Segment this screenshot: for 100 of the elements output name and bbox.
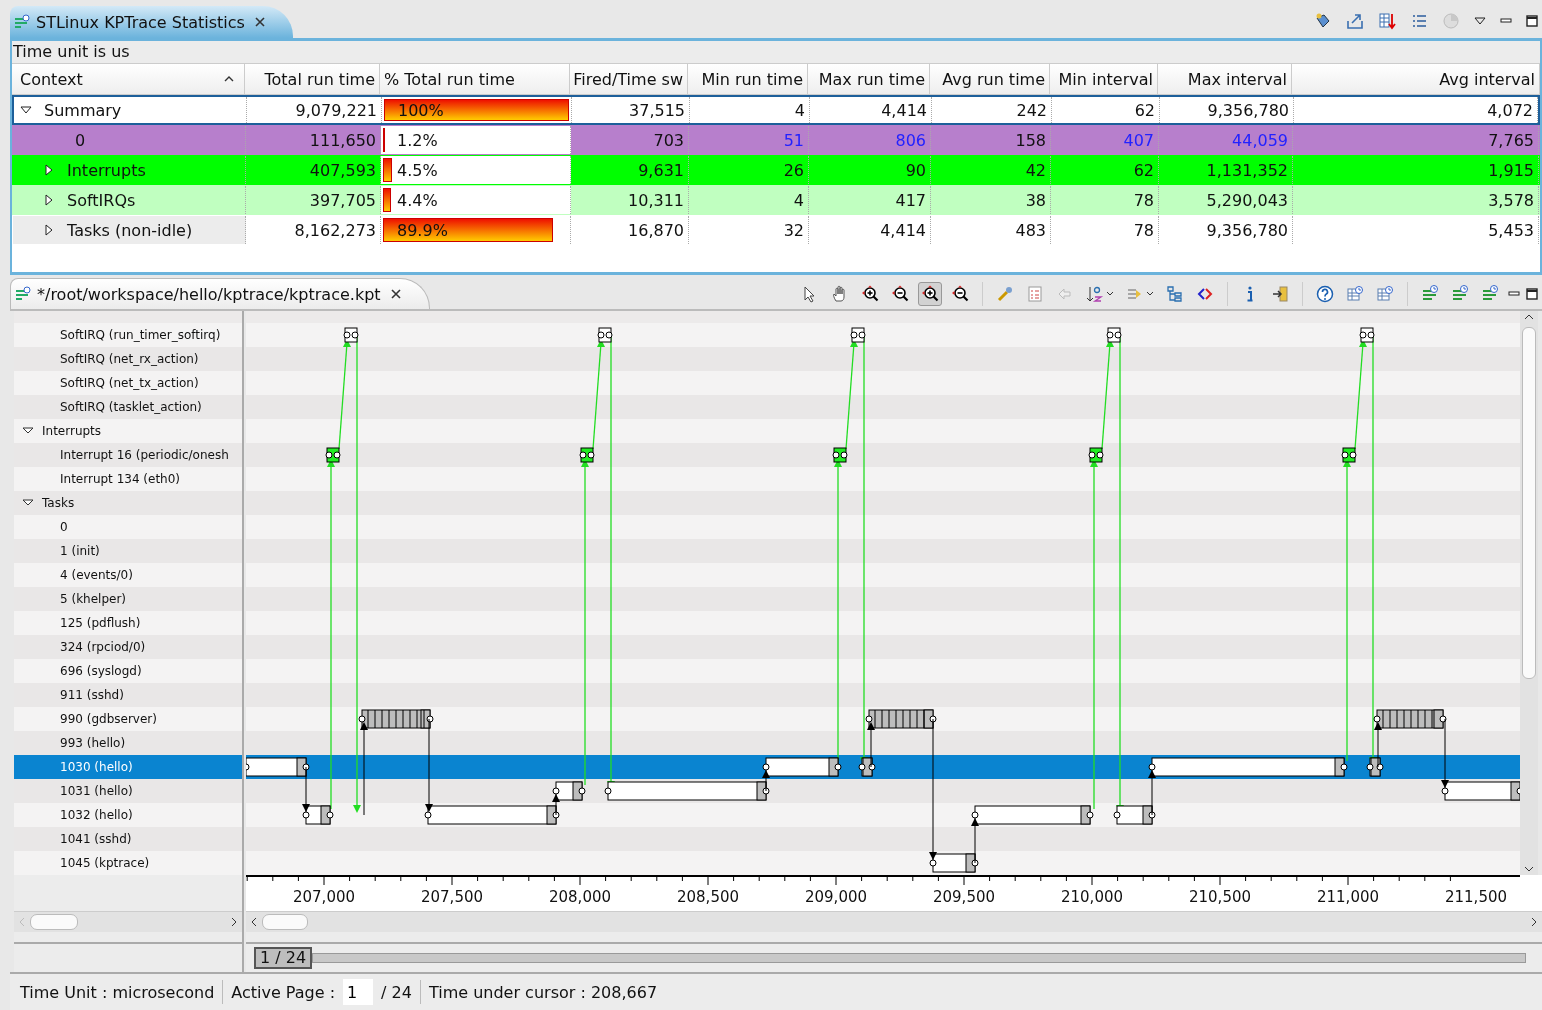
statistics-row[interactable]: Interrupts 407,593 4.5% 9,631 26 90 42 62 1,131,352 1,915 [12, 155, 1540, 185]
table-cell: Interrupts [67, 160, 146, 180]
percentage-text: 4.4% [397, 190, 438, 210]
table-cell: 1,915 [1293, 156, 1539, 184]
tree-item[interactable]: 125 (pdflush) [14, 611, 242, 635]
table-cell: 242 [932, 97, 1052, 123]
close-icon[interactable] [254, 17, 265, 27]
table-cell: 37,515 [572, 97, 690, 123]
tree-item[interactable]: 1030 (hello) [14, 755, 242, 779]
table-cell: 90 [809, 156, 931, 184]
collapsed-triangle-icon[interactable] [43, 164, 55, 176]
percentage-text: 89.9% [397, 220, 448, 240]
table-cell: 78 [1051, 186, 1159, 214]
trace-icon [15, 286, 31, 302]
table-cell: 9,356,780 [1160, 97, 1294, 123]
percentage-text: 1.2% [397, 130, 438, 150]
collapsed-triangle-icon[interactable] [43, 194, 55, 206]
axis-label: 211,500 [1445, 888, 1507, 906]
tree-item[interactable]: Interrupts [14, 419, 242, 443]
table-cell: 3,578 [1293, 186, 1539, 214]
table-cell: 806 [809, 126, 931, 154]
expanded-triangle-icon[interactable] [20, 104, 32, 116]
column-header[interactable]: Total run time [245, 64, 380, 94]
cursor-time-status: Time under cursor : 208,667 [428, 982, 658, 1002]
scroll-right-icon[interactable] [230, 917, 238, 927]
column-header[interactable]: Fired/Time sw [570, 64, 688, 94]
close-icon[interactable] [390, 289, 401, 299]
tree-item[interactable]: 1045 (kptrace) [14, 851, 242, 875]
table-cell: 4,414 [809, 216, 931, 244]
percentage-text: 100% [398, 100, 444, 120]
page-slider-track[interactable] [312, 953, 1526, 963]
column-header[interactable]: Avg run time [930, 64, 1050, 94]
table-cell: 703 [571, 126, 689, 154]
scroll-up-icon[interactable] [1524, 313, 1534, 321]
page-indicator[interactable]: 1 / 24 [254, 947, 313, 969]
column-header[interactable]: Max interval [1158, 64, 1292, 94]
tree-item[interactable]: SoftIRQ (net_tx_action) [14, 371, 242, 395]
column-header[interactable]: % Total run time [380, 64, 570, 94]
caret-icon [1106, 290, 1114, 297]
tree-item[interactable]: SoftIRQ (run_timer_softirq) [14, 323, 242, 347]
list-icon [1026, 284, 1044, 303]
column-header[interactable]: Avg interval [1292, 64, 1540, 94]
tree-item[interactable]: Interrupt 134 (eth0) [14, 467, 242, 491]
active-page-field[interactable]: 1 [343, 979, 374, 1005]
table-cell: 4 [690, 97, 810, 123]
table-cell: 62 [1052, 97, 1160, 123]
scroll-down-icon[interactable] [1524, 865, 1534, 873]
table-cell: 407 [1051, 126, 1159, 154]
page-total: / 24 [381, 982, 412, 1002]
caret-icon [1146, 290, 1154, 297]
tag-icon[interactable] [1314, 12, 1332, 30]
tree-item[interactable]: 696 (syslogd) [14, 659, 242, 683]
maximize-icon[interactable] [1526, 15, 1538, 27]
exit-icon [1271, 284, 1289, 303]
tree-item[interactable]: 0 [14, 515, 242, 539]
statistics-row[interactable]: 0 111,650 1.2% 703 51 806 158 407 44,059 7,765 [12, 125, 1540, 155]
column-header[interactable]: Min interval [1050, 64, 1158, 94]
axis-label: 208,000 [549, 888, 611, 906]
statistics-row[interactable]: Tasks (non-idle) 8,162,273 89.9% 16,870 32 4,414 483 78 9,356,780 5,453 [12, 215, 1540, 245]
table-cell: Summary [44, 100, 122, 120]
help-icon [1316, 284, 1334, 303]
tree-item[interactable]: 4 (events/0) [14, 563, 242, 587]
horizontal-scrollbar[interactable] [14, 911, 242, 932]
horizontal-scrollbar[interactable] [246, 911, 1542, 932]
statistics-tab[interactable]: STLinux KPTrace Statistics [10, 6, 293, 38]
statistics-row[interactable]: SoftIRQs 397,705 4.4% 10,311 4 417 38 78 5,290,043 3,578 [12, 185, 1540, 215]
scrollbar-thumb[interactable] [1522, 327, 1536, 679]
zoom-in-button[interactable] [918, 281, 942, 306]
vertical-scrollbar[interactable] [1520, 311, 1538, 875]
column-header[interactable]: Min run time [688, 64, 808, 94]
table-cell: 16,870 [571, 216, 689, 244]
collapsed-triangle-icon[interactable] [43, 224, 55, 236]
table-cell: 9,356,780 [1159, 216, 1293, 244]
list-icon[interactable] [1410, 12, 1428, 30]
table-cell: 78 [1051, 216, 1159, 244]
table-arrow-icon[interactable] [1378, 12, 1396, 30]
axis-label: 210,000 [1061, 888, 1123, 906]
tree-icon [1166, 284, 1184, 303]
tree-item[interactable]: 1032 (hello) [14, 803, 242, 827]
table-cell: 5,453 [1293, 216, 1539, 244]
statistics-row[interactable]: Summary 9,079,221 100% 37,515 4 4,414 242 62 9,356,780 4,072 [12, 95, 1540, 125]
export-icon[interactable] [1346, 12, 1364, 30]
scrollbar-thumb[interactable] [30, 914, 78, 930]
column-header[interactable]: Context [12, 64, 245, 94]
table-cell: 38 [931, 186, 1051, 214]
view-menu-icon[interactable] [1474, 15, 1486, 27]
scroll-left-icon[interactable] [250, 917, 258, 927]
scrollbar-thumb[interactable] [262, 914, 308, 930]
list-clock-icon [1376, 284, 1394, 303]
tree-item[interactable]: 990 (gdbserver) [14, 707, 242, 731]
scroll-right-icon[interactable] [1530, 917, 1538, 927]
zoom-in-icon [861, 284, 879, 303]
column-header[interactable]: Max run time [808, 64, 930, 94]
table-cell: 44,059 [1159, 126, 1293, 154]
maximize-icon[interactable] [1526, 287, 1538, 300]
zoom-out-icon [891, 284, 909, 303]
table-clock-icon [1346, 284, 1364, 303]
table-cell: 5,290,043 [1159, 186, 1293, 214]
trace-file-tab[interactable]: */root/workspace/hello/kptrace/kptrace.kpt [10, 278, 430, 309]
time-unit-status: Time Unit : microsecond [20, 982, 215, 1002]
